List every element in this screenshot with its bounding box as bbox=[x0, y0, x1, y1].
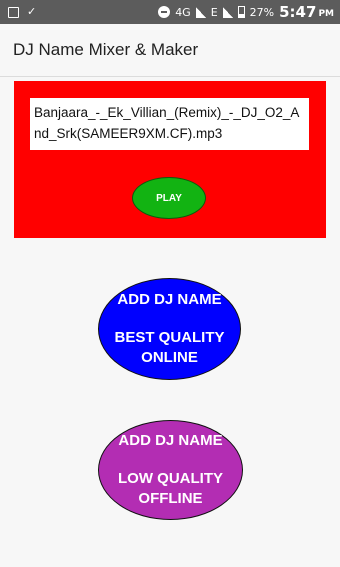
network-type-label: 4G bbox=[175, 5, 191, 19]
play-button[interactable]: PLAY bbox=[132, 177, 206, 219]
online-button-line3: ONLINE bbox=[141, 349, 198, 366]
add-dj-name-offline-button[interactable]: ADD DJ NAME LOW QUALITY OFFLINE bbox=[98, 420, 243, 520]
status-bar-indicators: 4G E 27% 5:47 PM bbox=[158, 3, 334, 21]
player-panel: Banjaara_-_Ek_Villian_(Remix)_-_DJ_O2_An… bbox=[14, 81, 326, 238]
network-type-2-label: E bbox=[210, 5, 218, 19]
battery-icon bbox=[237, 6, 245, 18]
online-button-line2: BEST QUALITY bbox=[114, 329, 225, 346]
offline-button-line3: OFFLINE bbox=[138, 490, 203, 507]
check-icon: ✓ bbox=[27, 5, 37, 18]
battery-percent: 27% bbox=[249, 5, 275, 19]
image-notification-icon bbox=[8, 6, 19, 18]
app-title: DJ Name Mixer & Maker bbox=[13, 40, 199, 59]
app-bar: DJ Name Mixer & Maker bbox=[0, 24, 340, 77]
offline-button-line2: LOW QUALITY bbox=[118, 470, 223, 487]
signal-2-icon bbox=[222, 6, 233, 18]
clock-ampm: PM bbox=[318, 9, 334, 19]
online-button-line1: ADD DJ NAME bbox=[117, 291, 222, 308]
signal-icon bbox=[195, 6, 206, 18]
status-bar-notifications: ✓ bbox=[8, 4, 36, 20]
do-not-disturb-icon bbox=[158, 6, 171, 18]
add-dj-name-online-button[interactable]: ADD DJ NAME BEST QUALITY ONLINE bbox=[98, 278, 241, 380]
file-name-display: Banjaara_-_Ek_Villian_(Remix)_-_DJ_O2_An… bbox=[30, 98, 309, 150]
offline-button-line1: ADD DJ NAME bbox=[118, 432, 223, 449]
clock-time: 5:47 bbox=[279, 3, 317, 21]
status-bar: ✓ 4G E 27% 5:47 PM bbox=[0, 0, 340, 24]
